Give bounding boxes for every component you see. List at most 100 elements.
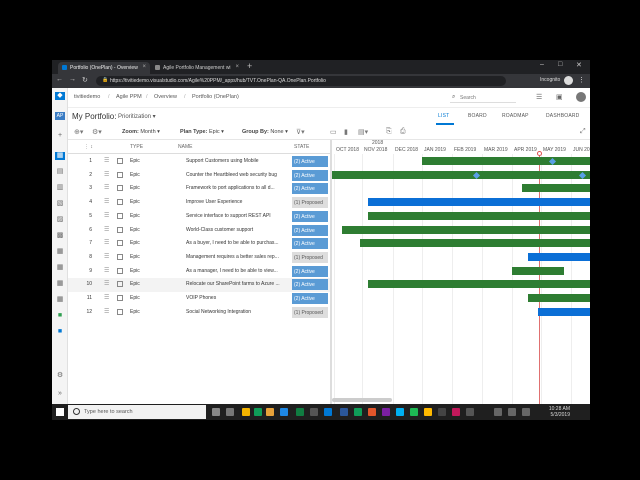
- status-badge[interactable]: (1) Proposed: [292, 251, 328, 263]
- project-avatar-icon[interactable]: AP: [55, 112, 65, 120]
- gantt-bar[interactable]: [342, 225, 590, 234]
- status-badge[interactable]: (2) Active: [292, 156, 328, 167]
- row-name[interactable]: Management requires a better sales rep..…: [186, 254, 290, 260]
- breadcrumb-overview[interactable]: Overview: [154, 94, 177, 100]
- table-row[interactable]: 9 ☰ Epic As a manager, I need to be able to…: [68, 265, 330, 279]
- artifacts-icon[interactable]: ▦: [55, 248, 65, 256]
- breadcrumb-portfolio[interactable]: Portfolio (OnePlan): [192, 94, 239, 100]
- status-badge[interactable]: (2) Active: [292, 293, 328, 304]
- boards-icon[interactable]: ▥: [55, 184, 65, 192]
- devops-logo-icon[interactable]: ◆: [55, 92, 65, 100]
- reload-icon[interactable]: ↻: [82, 76, 88, 84]
- group-by-dropdown[interactable]: Group By: None ▾: [242, 129, 288, 135]
- bag-icon[interactable]: ▣: [556, 93, 563, 101]
- status-badge[interactable]: (2) Active: [292, 265, 328, 277]
- row-checkbox[interactable]: [117, 171, 123, 178]
- mic-icon[interactable]: [212, 408, 220, 416]
- row-checkbox[interactable]: [117, 281, 123, 288]
- table-row[interactable]: 2 ☰ Epic Counter the Heartbleed web securit…: [68, 169, 330, 183]
- oneplan-hub-icon[interactable]: ▦: [55, 152, 65, 160]
- back-icon[interactable]: ←: [56, 76, 63, 83]
- settings-gear-icon[interactable]: ⚙: [55, 372, 65, 380]
- settings-icon[interactable]: ⚙▾: [92, 128, 102, 136]
- row-name[interactable]: As a manager, I need to be able to view.…: [186, 268, 290, 274]
- browser-tab-portfolio[interactable]: Portfolio (OnePlan) - Overview ×: [58, 62, 150, 74]
- status-badge[interactable]: (2) Active: [292, 238, 328, 250]
- breadcrumb-project[interactable]: Agile PPM: [116, 94, 142, 100]
- row-menu-icon[interactable]: ☰: [104, 171, 109, 178]
- row-name[interactable]: Framework to port applications to all d.…: [186, 185, 290, 191]
- close-tab-icon[interactable]: ×: [142, 64, 146, 70]
- gantt-bar[interactable]: [528, 252, 590, 261]
- print-icon[interactable]: ⎙: [400, 128, 406, 136]
- task-view-icon[interactable]: [226, 408, 234, 416]
- taskbar-app-icon[interactable]: [466, 408, 474, 416]
- row-checkbox[interactable]: [117, 199, 123, 206]
- breadcrumb-org[interactable]: tivitiedemo: [74, 94, 100, 100]
- row-checkbox[interactable]: [117, 295, 123, 301]
- word-icon[interactable]: [340, 408, 348, 416]
- new-tab-icon[interactable]: +: [247, 61, 252, 71]
- forward-icon[interactable]: →: [69, 76, 76, 83]
- table-row[interactable]: 3 ☰ Epic Framework to port applications to …: [68, 182, 330, 196]
- link-icon[interactable]: ⎘: [386, 128, 392, 136]
- grid-hub-icon[interactable]: ▦: [55, 280, 65, 288]
- column-menu-icon[interactable]: ⋮ ↕: [84, 144, 93, 150]
- tab-list[interactable]: LIST: [438, 113, 449, 119]
- pipelines-icon[interactable]: ▨: [55, 216, 65, 224]
- status-badge[interactable]: (1) Proposed: [292, 197, 328, 209]
- row-menu-icon[interactable]: ☰: [104, 239, 109, 246]
- row-menu-icon[interactable]: ☰: [104, 308, 109, 315]
- repos-icon[interactable]: ▧: [55, 200, 65, 208]
- table-row[interactable]: 10 ☰ Epic Relocate our SharePoint farms to …: [68, 278, 330, 292]
- extension-icon[interactable]: ■: [55, 312, 65, 320]
- add-item-icon[interactable]: ⊕▾: [74, 128, 83, 136]
- status-badge[interactable]: (2) Active: [292, 169, 328, 181]
- start-icon[interactable]: [56, 408, 64, 416]
- row-name[interactable]: World-Class customer support: [186, 227, 290, 233]
- maximize-icon[interactable]: □: [558, 61, 562, 68]
- close-window-icon[interactable]: ✕: [576, 61, 582, 69]
- search-input[interactable]: ⌕ Search: [450, 92, 516, 103]
- gantt-bar[interactable]: [512, 266, 564, 275]
- status-badge[interactable]: (2) Active: [292, 183, 328, 195]
- skype-icon[interactable]: [396, 408, 404, 416]
- status-badge[interactable]: (2) Active: [292, 279, 328, 291]
- expand-icon[interactable]: ⤢: [580, 128, 586, 136]
- avatar[interactable]: [576, 92, 586, 102]
- test-plans-icon[interactable]: ▩: [55, 232, 65, 240]
- grid-view-icon[interactable]: ▭: [330, 128, 337, 136]
- gantt-bar[interactable]: [368, 198, 590, 207]
- spotify-icon[interactable]: [410, 408, 418, 416]
- table-row[interactable]: 8 ☰ Epic Management requires a better sales…: [68, 251, 330, 265]
- row-menu-icon[interactable]: ☰: [104, 280, 109, 287]
- gantt-bar[interactable]: [528, 294, 590, 302]
- chrome-active-icon[interactable]: [254, 408, 262, 416]
- network-icon[interactable]: [508, 408, 516, 416]
- file-explorer-icon[interactable]: [266, 408, 274, 416]
- edge-icon[interactable]: [280, 408, 288, 416]
- table-row[interactable]: 4 ☰ Epic Improve User Experience (1) Propose…: [68, 196, 330, 210]
- row-name[interactable]: VOIP Phones: [186, 295, 290, 301]
- grid-hub-icon[interactable]: ▦: [55, 296, 65, 304]
- row-name[interactable]: As a buyer, I need to be able to purchas…: [186, 240, 290, 246]
- status-badge[interactable]: (1) Proposed: [292, 306, 328, 318]
- row-name[interactable]: Counter the Heartbleed web security bug: [186, 172, 290, 178]
- taskbar-search-input[interactable]: Type here to search: [68, 405, 206, 419]
- taskbar-clock[interactable]: 10:28 AM 5/3/2019: [542, 406, 570, 418]
- taskbar-app-icon[interactable]: [382, 408, 390, 416]
- url-field[interactable]: 🔒 https://tivitiedemo.visualstudio.com/A…: [96, 76, 506, 86]
- minimize-icon[interactable]: –: [540, 61, 544, 68]
- grid-hub-icon[interactable]: ▦: [55, 264, 65, 272]
- gantt-bar[interactable]: [538, 307, 590, 316]
- row-checkbox[interactable]: [117, 226, 123, 233]
- gantt-bar[interactable]: [368, 211, 590, 220]
- system-tray-icon[interactable]: [494, 408, 502, 416]
- gantt-view-icon[interactable]: ▮: [344, 128, 348, 136]
- gantt-bar[interactable]: [368, 280, 590, 289]
- table-row[interactable]: 7 ☰ Epic As a buyer, I need to be able to p…: [68, 237, 330, 251]
- row-menu-icon[interactable]: ☰: [104, 294, 109, 301]
- view-selector[interactable]: Prioritization ▾: [118, 113, 156, 120]
- row-checkbox[interactable]: [117, 158, 123, 164]
- gantt-bar[interactable]: [360, 239, 590, 248]
